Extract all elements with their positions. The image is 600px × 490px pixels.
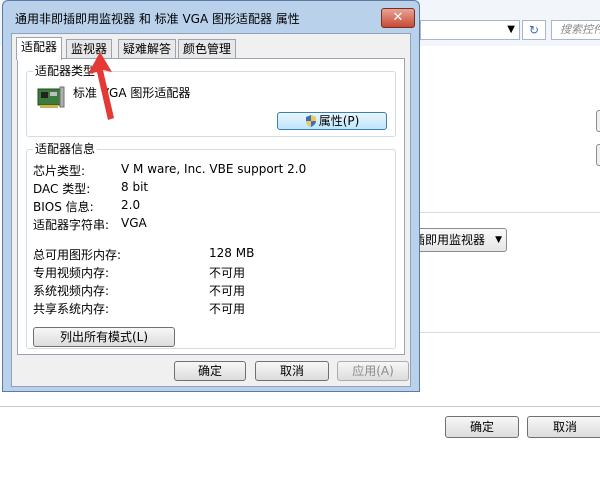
- memory-value: 不可用: [209, 266, 246, 280]
- memory-label: 系统视频内存:: [33, 284, 110, 298]
- address-dropdown[interactable]: ▼: [420, 20, 520, 40]
- adapter-tab-panel: 适配器类型 标准 VGA 图形适配器 属性(P) 适配器信息 芯片类型: V M…: [17, 58, 405, 355]
- adapter-info-group-label: 适配器信息: [33, 142, 98, 156]
- search-input[interactable]: 搜索控件: [551, 20, 600, 40]
- list-all-modes-button[interactable]: 列出所有模式(L): [33, 327, 175, 347]
- info-value: VGA: [121, 216, 147, 230]
- divider: [400, 212, 600, 213]
- ok-button[interactable]: 确定: [174, 361, 246, 381]
- background-side-button[interactable]: [596, 110, 600, 132]
- monitor-type-dropdown[interactable]: 插即用监视器 ▼: [410, 228, 507, 252]
- dialog-title: 通用非即插即用监视器 和 标准 VGA 图形适配器 属性: [15, 12, 300, 26]
- memory-label: 总可用图形内存:: [33, 248, 122, 262]
- apply-button[interactable]: 应用(A): [337, 361, 409, 381]
- dialog-titlebar[interactable]: 通用非即插即用监视器 和 标准 VGA 图形适配器 属性 ✕: [3, 1, 419, 33]
- adapter-info-group: 适配器信息 芯片类型: V M ware, Inc. VBE support 2…: [26, 142, 396, 349]
- chevron-down-icon: ▼: [495, 235, 502, 245]
- shield-icon: [305, 115, 316, 127]
- background-cancel-button[interactable]: 取消: [527, 416, 600, 438]
- tab-adapter[interactable]: 适配器: [16, 37, 63, 60]
- divider: [400, 332, 600, 333]
- adapter-type-group: 适配器类型 标准 VGA 图形适配器 属性(P): [26, 64, 396, 137]
- info-value: 2.0: [121, 198, 141, 212]
- info-value: V M ware, Inc. VBE support 2.0: [121, 162, 307, 176]
- memory-value: 128 MB: [209, 246, 255, 260]
- dialog-client: 适配器 监视器 疑难解答 颜色管理 适配器类型 标准 VGA 图形适配器 属性(…: [11, 33, 411, 387]
- memory-value: 不可用: [209, 284, 246, 298]
- memory-value: 不可用: [209, 302, 246, 316]
- info-label: BIOS 信息:: [33, 200, 94, 214]
- memory-label: 专用视频内存:: [33, 266, 110, 280]
- memory-label: 共享系统内存:: [33, 302, 110, 316]
- tab-color-management[interactable]: 颜色管理: [178, 39, 237, 59]
- refresh-icon: ↻: [528, 23, 540, 37]
- properties-dialog: 通用非即插即用监视器 和 标准 VGA 图形适配器 属性 ✕ 适配器 监视器 疑…: [2, 0, 420, 392]
- info-label: 芯片类型:: [33, 164, 86, 178]
- close-icon: ✕: [392, 10, 404, 25]
- background-ok-button[interactable]: 确定: [445, 416, 519, 438]
- cancel-button[interactable]: 取消: [255, 361, 329, 381]
- display-adapter-icon: [37, 86, 65, 108]
- red-arrow-annotation: [88, 52, 114, 120]
- info-value: 8 bit: [121, 180, 149, 194]
- chevron-down-icon: ▼: [507, 24, 515, 35]
- background-side-button[interactable]: [596, 144, 600, 166]
- info-label: 适配器字符串:: [33, 218, 110, 232]
- close-button[interactable]: ✕: [381, 8, 415, 28]
- refresh-button[interactable]: ↻: [522, 20, 546, 40]
- info-label: DAC 类型:: [33, 182, 91, 196]
- properties-button[interactable]: 属性(P): [277, 112, 387, 130]
